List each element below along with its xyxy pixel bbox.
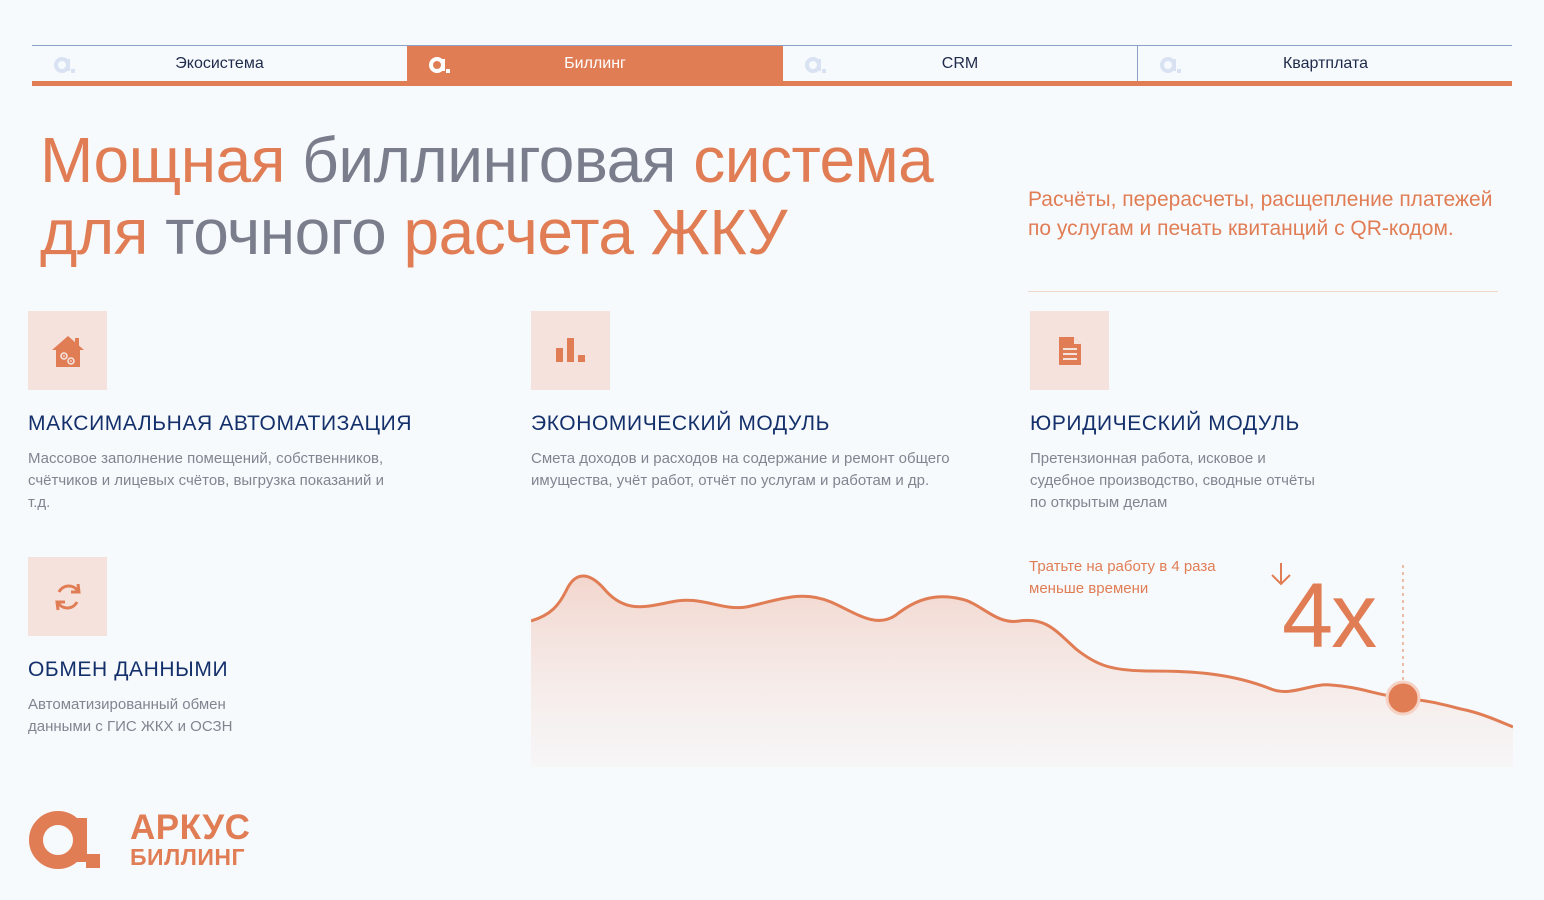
arkus-logo-icon [29, 811, 100, 869]
chart-marker [1385, 680, 1421, 716]
feature-automation: МАКСИМАЛЬНАЯ АВТОМАТИЗАЦИЯ Массовое запо… [28, 311, 468, 514]
page-headline: Мощная биллинговая система для точного р… [40, 124, 1000, 268]
feature-title: ОБМЕН ДАННЫМИ [28, 658, 229, 681]
multiplier-4x: 4x [1282, 565, 1377, 667]
feature-title: ЮРИДИЧЕСКИЙ МОДУЛЬ [1030, 412, 1300, 435]
document-icon [1058, 336, 1081, 365]
brand-text: АРКУС БИЛЛИНГ [130, 808, 251, 870]
tab-label: CRM [941, 54, 979, 72]
brand-name: АРКУС [130, 808, 251, 847]
brand-logo: АРКУС БИЛЛИНГ [28, 810, 250, 870]
headline-word: Мощная [40, 124, 285, 196]
tab-label: Квартплата [1282, 54, 1368, 72]
feature-text: Смета доходов и расходов на содержание и… [531, 450, 950, 489]
headline-word: для [40, 196, 148, 268]
feature-data-exchange: ОБМЕН ДАННЫМИ Автоматизированный обмен д… [28, 557, 468, 738]
house-gears-icon [51, 335, 84, 367]
feature-text: Автоматизированный обмен данными с ГИС Ж… [28, 696, 233, 735]
arkus-logo-icon [805, 57, 826, 73]
tab-label: Экосистема [175, 54, 264, 72]
feature-icon-box [1030, 311, 1109, 390]
sync-arrows-icon [54, 583, 81, 610]
arkus-logo-icon [429, 57, 450, 73]
feature-economic: ЭКОНОМИЧЕСКИЙ МОДУЛЬ Смета доходов и рас… [531, 311, 961, 492]
product-tabs: Экосистема Биллинг CRM Квартплата [32, 45, 1512, 86]
feature-title: МАКСИМАЛЬНАЯ АВТОМАТИЗАЦИЯ [28, 412, 413, 435]
tab-crm[interactable]: CRM [783, 46, 1137, 81]
feature-icon-box [28, 557, 107, 636]
divider [1028, 291, 1498, 292]
feature-title: ЭКОНОМИЧЕСКИЙ МОДУЛЬ [531, 412, 830, 435]
feature-icon-box [28, 311, 107, 390]
subheading: Расчёты, перерасчеты, расщепление платеж… [1028, 188, 1493, 240]
brand-subname: БИЛЛИНГ [130, 844, 246, 870]
headline-word: расчета ЖКУ [403, 196, 788, 268]
feature-icon-box [531, 311, 610, 390]
feature-text: Массовое заполнение помещений, собственн… [28, 450, 384, 511]
tab-label: Биллинг [564, 54, 626, 72]
bar-chart-icon [555, 337, 585, 362]
chart-note: Тратьте на работу в 4 раза меньше времен… [1029, 558, 1216, 597]
tab-billing[interactable]: Биллинг [407, 46, 783, 81]
tab-kvartplata[interactable]: Квартплата [1137, 46, 1513, 81]
headline-word: система [693, 124, 934, 196]
feature-legal: ЮРИДИЧЕСКИЙ МОДУЛЬ Претензионная работа,… [1030, 311, 1500, 514]
tab-ecosystem[interactable]: Экосистема [32, 46, 407, 81]
arkus-logo-icon [1160, 57, 1181, 73]
headline-word: точного [147, 196, 404, 268]
headline-word: биллинговая [284, 124, 694, 196]
arkus-logo-icon [54, 57, 75, 73]
feature-text: Претензионная работа, исковое и судебное… [1030, 450, 1315, 511]
